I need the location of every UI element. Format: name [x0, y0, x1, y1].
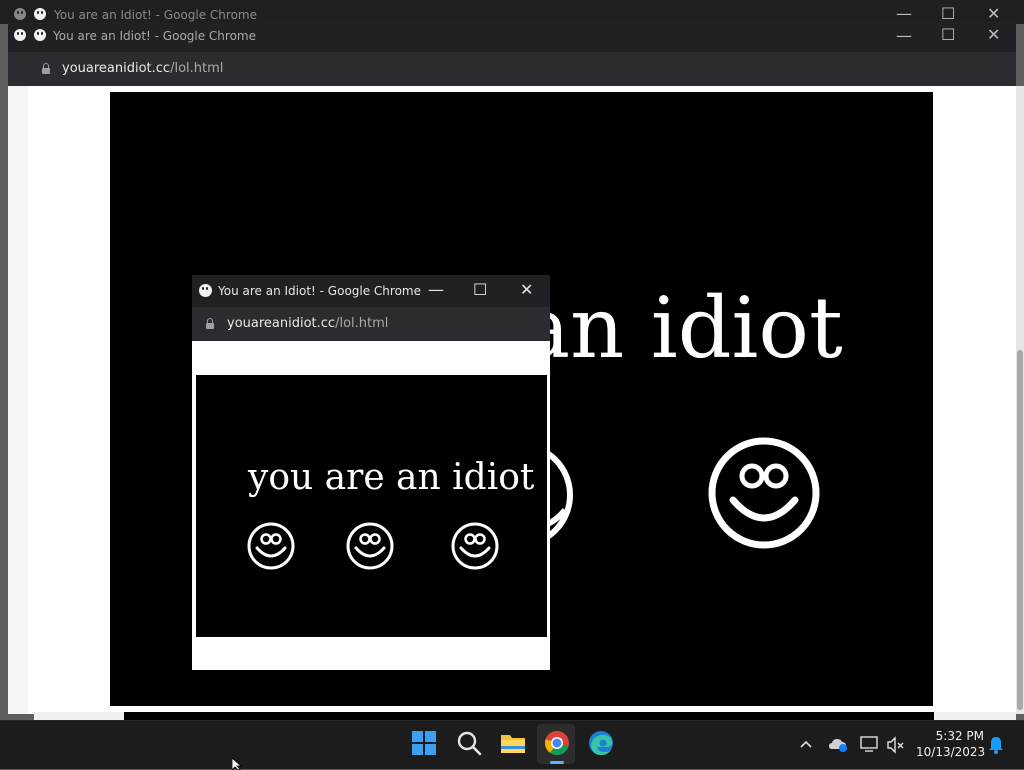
volume-muted-icon[interactable] [886, 736, 906, 754]
popup-window[interactable]: You are an Idiot! - Google Chrome — ☐ ✕ … [192, 275, 550, 670]
clock[interactable]: 5:32 PM 10/13/2023 [916, 728, 986, 764]
popup-close-button[interactable]: ✕ [520, 282, 533, 298]
clock-date: 10/13/2023 [916, 745, 986, 759]
start-icon[interactable] [410, 729, 438, 757]
network-icon[interactable] [860, 736, 880, 754]
file-explorer-icon[interactable] [499, 729, 527, 757]
main-url-domain: youareanidiot.cc [62, 61, 171, 76]
popup-black-panel [196, 375, 547, 637]
popup-lock-icon [206, 318, 214, 329]
chrome-active-indicator [550, 761, 564, 764]
main-window-addressbar[interactable]: youareanidiot.cc/lol.html [8, 52, 1016, 86]
back-window-maximize-button[interactable]: ☐ [941, 6, 955, 22]
popup-addressbar[interactable]: youareanidiot.cc/lol.html [192, 307, 550, 341]
clock-time: 5:32 PM [935, 729, 984, 743]
back-window-title: You are an Idiot! - Google Chrome [54, 8, 257, 22]
main-window-minimize-button[interactable]: — [896, 28, 912, 44]
main-window-titlebar[interactable]: You are an Idiot! - Google Chrome — ☐ ✕ [8, 22, 1016, 52]
chrome-icon[interactable] [543, 729, 571, 757]
main-window-url[interactable]: youareanidiot.cc/lol.html [62, 61, 223, 76]
main-page-heading: an idiot [520, 279, 843, 377]
underlying-window-dark-edge [124, 712, 934, 720]
back-window-minimize-button[interactable]: — [896, 6, 912, 22]
back-window-titlebar[interactable]: You are an Idiot! - Google Chrome — ☐ ✕ [0, 0, 1024, 24]
mouse-cursor [232, 758, 243, 770]
back-window-tab-icon [14, 8, 26, 20]
popup-smiley-icon-1 [247, 522, 295, 570]
main-url-path: /lol.html [170, 61, 224, 76]
main-window-maximize-button[interactable]: ☐ [941, 27, 955, 43]
main-window-tab-icon [14, 29, 26, 41]
popup-maximize-button[interactable]: ☐ [473, 282, 487, 298]
back-window-smiley-icon [34, 8, 46, 20]
popup-smiley-icon-3 [451, 522, 499, 570]
popup-smiley-icon [199, 284, 212, 297]
notification-bell-icon[interactable] [988, 736, 1004, 754]
popup-minimize-button[interactable]: — [428, 282, 444, 298]
main-window-close-button[interactable]: ✕ [987, 27, 1000, 43]
popup-titlebar[interactable]: You are an Idiot! - Google Chrome — ☐ ✕ [192, 275, 550, 307]
main-smiley-icon [708, 437, 820, 549]
popup-heading: you are an idiot [248, 457, 535, 498]
main-window-title: You are an Idiot! - Google Chrome [53, 29, 256, 43]
popup-title: You are an Idiot! - Google Chrome [218, 284, 421, 298]
onedrive-icon[interactable] [829, 737, 849, 753]
popup-smiley-icon-2 [346, 522, 394, 570]
popup-url-domain: youareanidiot.cc [227, 316, 336, 331]
tray-chevron-up-icon[interactable] [799, 737, 813, 751]
main-window-smiley-icon [34, 29, 46, 41]
behind-window-strip [8, 86, 28, 714]
search-icon[interactable] [455, 729, 483, 757]
back-window-close-button[interactable]: ✕ [987, 6, 1000, 22]
popup-url-path: /lol.html [335, 316, 389, 331]
lock-icon [42, 63, 50, 74]
popup-url[interactable]: youareanidiot.cc/lol.html [227, 316, 388, 331]
main-scrollbar-thumb[interactable] [1017, 350, 1023, 710]
edge-icon[interactable] [587, 729, 615, 757]
